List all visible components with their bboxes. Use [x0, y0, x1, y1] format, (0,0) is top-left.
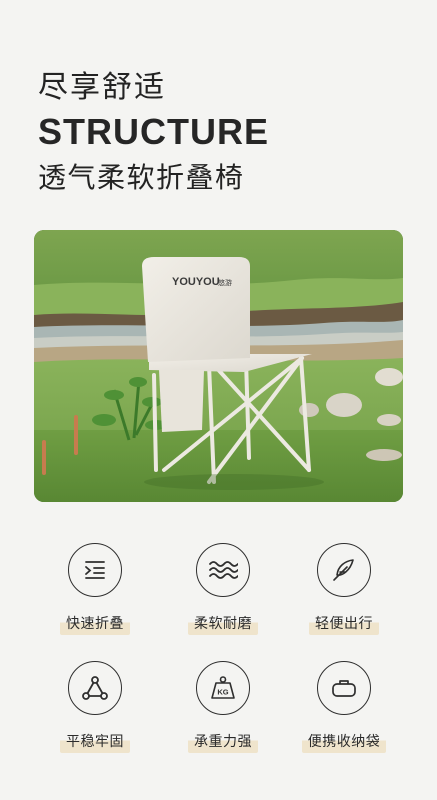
feature-label: 柔软耐磨 — [188, 612, 258, 635]
feature-load-bearing: KG 承重力强 — [163, 661, 283, 753]
feature-circle — [196, 543, 250, 597]
header-line2: 透气柔软折叠椅 — [38, 161, 245, 194]
feature-circle — [317, 543, 371, 597]
chair-brand-text: YOUYOU — [172, 276, 220, 288]
feature-storage-bag: 便携收纳袋 — [284, 661, 404, 753]
feather-icon — [333, 559, 354, 581]
feature-circle — [68, 661, 122, 715]
feature-circle — [68, 543, 122, 597]
kg-weight-icon: KG — [211, 676, 235, 699]
feature-label: 便携收纳袋 — [301, 730, 387, 753]
list-indent-icon — [85, 561, 105, 579]
feature-label: 承重力强 — [188, 730, 258, 753]
chair-brand-small: 悠游 — [218, 278, 232, 287]
feature-label: 轻便出行 — [309, 612, 379, 635]
feature-circle — [317, 661, 371, 715]
svg-text:KG: KG — [217, 688, 228, 697]
page-title: STRUCTURE — [38, 111, 269, 152]
feature-stable: 平稳牢固 — [35, 661, 155, 753]
feature-label: 快速折叠 — [60, 612, 130, 635]
feature-soft-durable: 柔软耐磨 — [163, 543, 283, 635]
feature-label: 平稳牢固 — [60, 730, 130, 753]
product-photo: YOUYOU 悠游 — [34, 230, 403, 502]
feature-light-travel: 轻便出行 — [284, 543, 404, 635]
feature-quick-fold: 快速折叠 — [35, 543, 155, 635]
waves-icon — [209, 561, 238, 579]
feature-circle: KG — [196, 661, 250, 715]
triangle-nodes-icon — [82, 676, 108, 700]
chair-in-field-illustration: YOUYOU 悠游 — [34, 230, 403, 502]
bag-icon — [332, 680, 356, 697]
header-line1: 尽享舒适 — [38, 70, 166, 105]
